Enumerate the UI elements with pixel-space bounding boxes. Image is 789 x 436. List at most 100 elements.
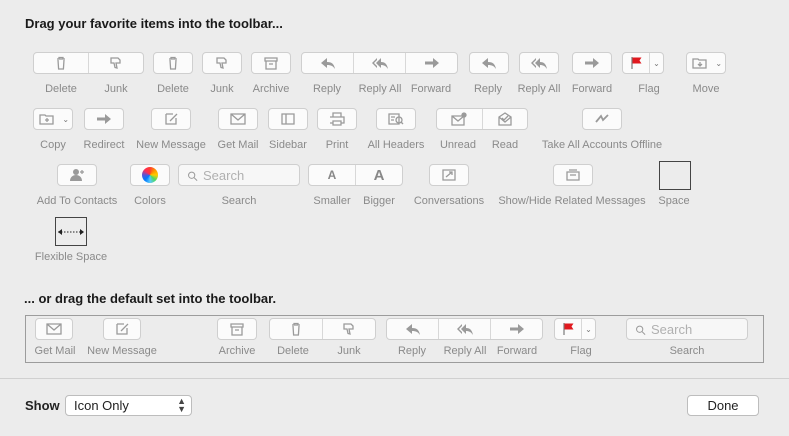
show-mode-select[interactable]: Icon Only ▲ ▼	[65, 395, 192, 416]
redirect-label: Redirect	[83, 139, 125, 151]
junk-button[interactable]	[202, 52, 242, 74]
forward-segment[interactable]	[405, 53, 457, 73]
show-hide-related-button[interactable]	[553, 164, 593, 186]
font-size-segmented[interactable]: A A	[308, 164, 403, 186]
reply-label: Reply	[473, 83, 503, 95]
reply-all-button[interactable]	[519, 52, 559, 74]
take-offline-button[interactable]	[582, 108, 622, 130]
thumbs-down-icon	[216, 57, 227, 69]
default-delete-junk-segmented	[269, 318, 376, 340]
default-flag-button: ⌄	[554, 318, 596, 340]
reply-all-arrow-icon	[456, 324, 473, 335]
thumbs-down-icon	[110, 57, 121, 69]
all-headers-button[interactable]	[376, 108, 416, 130]
move-segment[interactable]	[687, 53, 712, 73]
show-mode-value: Icon Only	[74, 398, 129, 413]
reply-segmented[interactable]	[301, 52, 458, 74]
copy-segment[interactable]	[34, 109, 59, 129]
smaller-label: Smaller	[313, 195, 351, 207]
all-headers-label: All Headers	[367, 139, 425, 151]
reply-label: Reply	[312, 83, 342, 95]
bigger-segment[interactable]: A	[355, 165, 402, 185]
flexible-space-item[interactable]	[55, 217, 87, 246]
forward-button[interactable]	[572, 52, 612, 74]
default-get-mail-label: Get Mail	[34, 345, 76, 357]
search-field[interactable]: Search	[178, 164, 300, 186]
delete-label: Delete	[157, 83, 189, 95]
default-forward-segment	[490, 319, 542, 339]
forward-arrow-icon	[424, 58, 439, 68]
reply-segment[interactable]	[302, 53, 353, 73]
colors-label: Colors	[134, 195, 166, 207]
add-to-contacts-label: Add To Contacts	[36, 195, 118, 207]
smaller-segment[interactable]: A	[309, 165, 355, 185]
reply-button[interactable]	[469, 52, 509, 74]
default-get-mail-button	[35, 318, 73, 340]
reply-all-arrow-icon	[531, 58, 547, 69]
compose-icon	[116, 323, 129, 335]
magnifier-icon	[188, 171, 198, 182]
footer-divider	[0, 378, 789, 379]
reply-all-label: Reply All	[358, 83, 402, 95]
get-mail-button[interactable]	[218, 108, 258, 130]
move-button[interactable]: ⌄	[686, 52, 726, 74]
default-toolbar-set[interactable]: Get Mail New Message Archive Delete Junk…	[25, 315, 764, 363]
reply-arrow-icon	[405, 324, 420, 335]
default-new-message-label: New Message	[87, 345, 157, 357]
reply-all-arrow-icon	[371, 58, 388, 69]
flexible-arrow-icon	[58, 228, 84, 235]
sidebar-icon	[281, 113, 295, 125]
flag-dropdown-chevron[interactable]: ⌄	[649, 53, 663, 73]
space-label: Space	[658, 195, 690, 207]
unread-read-segmented[interactable]	[436, 108, 528, 130]
move-folder-icon	[692, 58, 707, 69]
junk-label: Junk	[104, 83, 128, 95]
default-reply-segment	[387, 319, 438, 339]
reply-arrow-icon	[320, 58, 335, 69]
reply-all-segment[interactable]	[353, 53, 405, 73]
junk-segment[interactable]	[88, 53, 143, 73]
read-envelope-icon	[498, 112, 512, 126]
default-archive-button	[217, 318, 257, 340]
envelope-icon	[46, 323, 62, 335]
read-segment[interactable]	[481, 109, 528, 129]
new-message-button[interactable]	[151, 108, 191, 130]
default-flag-dropdown-chevron: ⌄	[581, 319, 595, 339]
default-flag-segment	[555, 319, 581, 339]
done-button[interactable]: Done	[687, 395, 759, 416]
colors-button[interactable]	[130, 164, 170, 186]
default-forward-label: Forward	[496, 345, 538, 357]
redirect-button[interactable]	[84, 108, 124, 130]
flag-button[interactable]: ⌄	[622, 52, 664, 74]
add-contact-icon	[70, 169, 84, 181]
archive-box-icon	[264, 57, 278, 70]
default-reply-all-label: Reply All	[443, 345, 487, 357]
conversations-button[interactable]	[429, 164, 469, 186]
space-item[interactable]	[659, 161, 691, 190]
headers-magnifier-icon	[388, 113, 404, 125]
print-button[interactable]	[317, 108, 357, 130]
copy-dropdown-chevron[interactable]: ⌄	[59, 109, 72, 129]
move-dropdown-chevron[interactable]: ⌄	[712, 53, 725, 73]
archive-button[interactable]	[251, 52, 291, 74]
reply-arrow-icon	[482, 58, 496, 69]
unread-segment[interactable]	[437, 109, 482, 129]
default-reply-segmented	[386, 318, 543, 340]
add-to-contacts-button[interactable]	[57, 164, 97, 186]
compose-icon	[165, 113, 178, 125]
read-label: Read	[491, 139, 519, 151]
defaults-heading: ... or drag the default set into the too…	[24, 291, 277, 306]
delete-button[interactable]	[153, 52, 193, 74]
forward-arrow-icon	[509, 324, 524, 334]
conversations-icon	[442, 169, 456, 181]
delete-segment[interactable]	[34, 53, 88, 73]
delete-junk-segmented[interactable]	[33, 52, 144, 74]
favorites-heading: Drag your favorite items into the toolba…	[25, 16, 283, 31]
copy-button[interactable]: ⌄	[33, 108, 73, 130]
search-placeholder: Search	[203, 167, 245, 183]
sidebar-button[interactable]	[268, 108, 308, 130]
flag-segment[interactable]	[623, 53, 649, 73]
forward-label: Forward	[410, 83, 452, 95]
default-new-message-button	[103, 318, 141, 340]
printer-icon	[330, 112, 345, 126]
